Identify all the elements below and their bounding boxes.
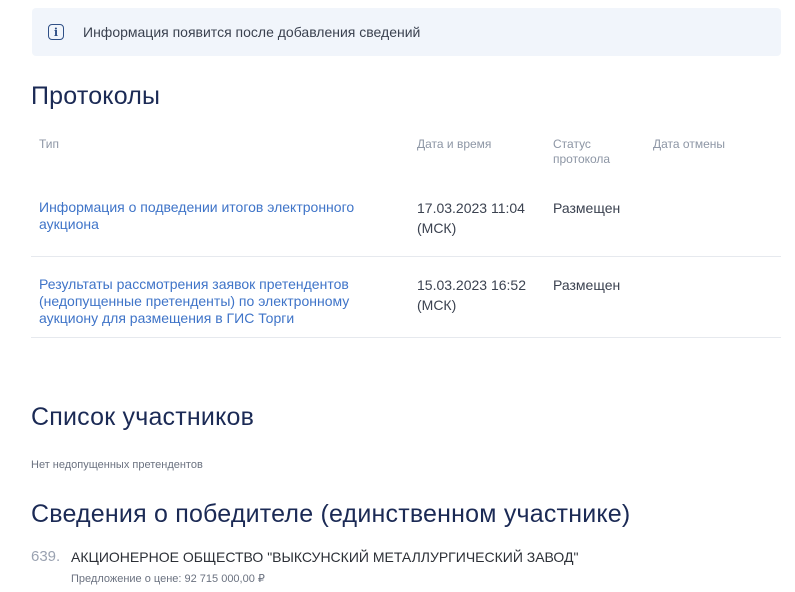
protocol-link[interactable]: Информация о подведении итогов электронн… [39, 199, 409, 233]
info-text: Информация появится после добавления све… [83, 24, 421, 40]
protocol-timezone: (МСК) [417, 297, 457, 313]
protocol-link[interactable]: Результаты рассмотрения заявок претенден… [39, 276, 409, 327]
table-row: Информация о подведении итогов электронн… [31, 180, 781, 257]
column-header-status: Статус протокола [553, 137, 610, 167]
participants-note: Нет недопущенных претендентов [31, 459, 203, 471]
protocol-datetime: 17.03.2023 11:04 (МСК) [417, 198, 547, 238]
participants-title: Список участников [31, 403, 255, 431]
winner-number: 639. [31, 548, 61, 565]
column-header-type: Тип [39, 137, 60, 151]
info-banner: i Информация появится после добавления с… [32, 8, 781, 56]
protocol-datetime: 15.03.2023 16:52 (МСК) [417, 275, 547, 315]
column-header-datetime: Дата и время [417, 137, 492, 151]
winner-name: АКЦИОНЕРНОЕ ОБЩЕСТВО "ВЫКСУНСКИЙ МЕТАЛЛУ… [71, 549, 579, 565]
protocol-link-line[interactable]: Информация о подведении итогов электронн… [39, 199, 409, 216]
winner-offer: Предложение о цене: 92 715 000,00 ₽ [71, 573, 265, 585]
winner-title: Сведения о победителе (единственном учас… [31, 500, 631, 528]
protocol-date: 17.03.2023 11:04 [417, 200, 525, 216]
column-header-status-line1: Статус [553, 137, 591, 151]
protocols-table: Тип Дата и время Статус протокола Дата о… [31, 130, 781, 338]
protocol-status: Размещен [553, 277, 621, 293]
protocol-link-line[interactable]: (недопущенные претенденты) по электронно… [39, 293, 409, 310]
protocol-link-line[interactable]: аукциона [39, 216, 409, 233]
info-icon: i [48, 24, 64, 40]
protocol-date: 15.03.2023 16:52 [417, 277, 526, 293]
table-header: Тип Дата и время Статус протокола Дата о… [31, 130, 781, 180]
protocols-title: Протоколы [31, 82, 161, 110]
column-header-status-line2: протокола [553, 152, 611, 166]
column-header-cancel-date: Дата отмены [653, 137, 725, 151]
protocol-status: Размещен [553, 200, 621, 216]
protocol-timezone: (МСК) [417, 220, 457, 236]
table-row: Результаты рассмотрения заявок претенден… [31, 257, 781, 338]
protocol-link-line[interactable]: Результаты рассмотрения заявок претенден… [39, 276, 409, 293]
protocol-link-line[interactable]: аукциону для размещения в ГИС Торги [39, 310, 409, 327]
